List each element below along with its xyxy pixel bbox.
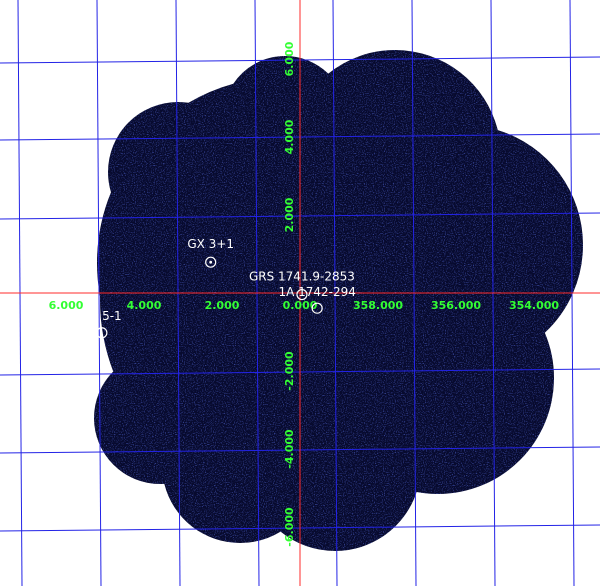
x-tick-label: 6.000 (49, 299, 84, 312)
y-tick-label: -6.000 (283, 507, 296, 547)
x-tick-label: 354.000 (509, 299, 559, 312)
sky-map: 6.000 4.000 2.000 0.000 358.000 356.000 354.00… (0, 0, 600, 586)
y-tick-label: -4.000 (283, 429, 296, 469)
source-label: GX 3+1 (187, 237, 234, 251)
y-tick-label: 2.000 (283, 197, 296, 232)
x-tick-label: 4.000 (127, 299, 162, 312)
source-label: 5-1 (102, 309, 122, 323)
y-tick-label: 6.000 (283, 41, 296, 76)
x-tick-label: 2.000 (205, 299, 240, 312)
y-tick-label: -2.000 (283, 351, 296, 391)
source-label: 1A 1742-294 (278, 285, 355, 299)
source-marker-dot (209, 260, 213, 264)
x-tick-label: 356.000 (431, 299, 481, 312)
y-tick-label: 4.000 (283, 119, 296, 154)
source-label: GRS 1741.9-2853 (249, 270, 355, 284)
x-tick-label: 358.000 (353, 299, 403, 312)
